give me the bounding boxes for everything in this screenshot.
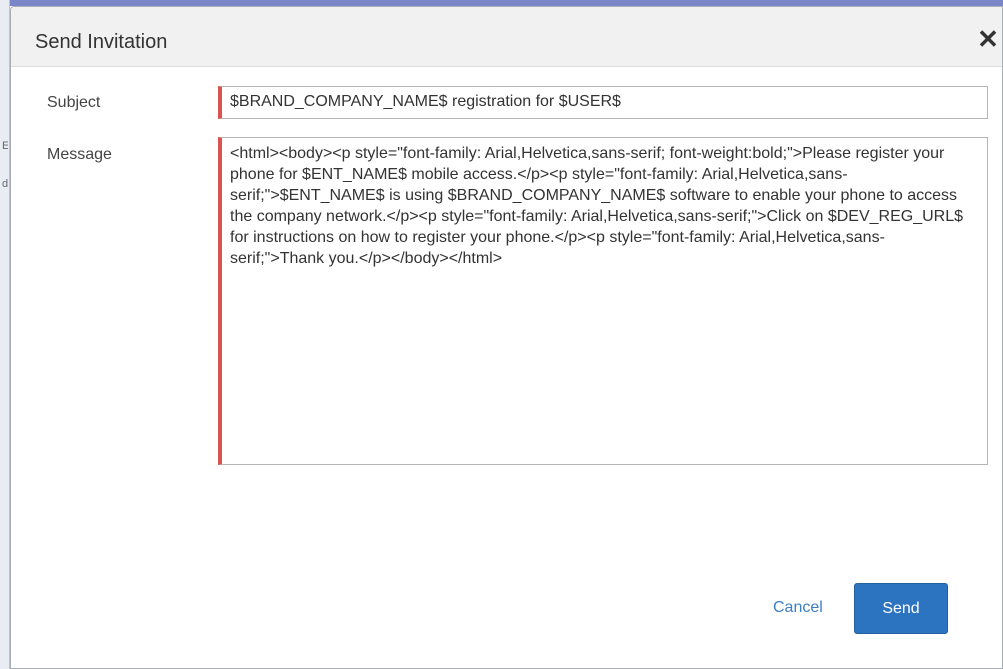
background-text-fragment: E bbox=[2, 140, 8, 152]
subject-label: Subject bbox=[47, 94, 101, 111]
message-textarea[interactable]: <html><body><p style="font-family: Arial… bbox=[218, 137, 988, 465]
send-button[interactable]: Send bbox=[854, 583, 948, 634]
dialog-title: Send Invitation bbox=[35, 31, 168, 53]
background-text-fragment: d bbox=[2, 178, 8, 190]
dialog-header: Send Invitation ✕ bbox=[11, 7, 1002, 67]
cancel-button[interactable]: Cancel bbox=[773, 599, 823, 617]
close-icon[interactable]: ✕ bbox=[976, 26, 1000, 52]
send-invitation-dialog: Send Invitation ✕ Subject $BRAND_COMPANY… bbox=[10, 6, 1003, 669]
message-label: Message bbox=[47, 146, 112, 163]
subject-input[interactable]: $BRAND_COMPANY_NAME$ registration for $U… bbox=[218, 86, 988, 119]
background-window-edge: E d bbox=[0, 0, 10, 669]
